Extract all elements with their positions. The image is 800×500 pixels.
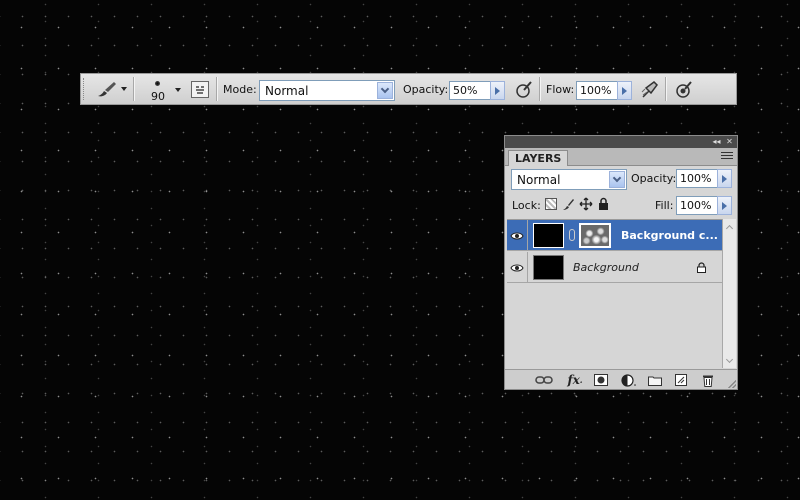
flow-slider-button[interactable]: [617, 81, 632, 100]
add-mask-icon: [594, 374, 608, 386]
layer-mask-thumbnail[interactable]: [579, 223, 611, 248]
layer-opacity-value: 100%: [680, 172, 712, 185]
layer-name[interactable]: Background: [573, 261, 639, 274]
fx-icon: fx: [567, 373, 580, 387]
eye-icon: [510, 264, 524, 271]
panel-titlebar[interactable]: ◂◂ ✕: [505, 136, 737, 148]
separator: [216, 77, 218, 101]
blend-mode-dropdown[interactable]: Normal: [511, 169, 627, 190]
new-group-button[interactable]: [647, 373, 663, 387]
panel-menu-icon[interactable]: [721, 152, 733, 161]
layer-opacity-slider-button[interactable]: [717, 169, 732, 188]
triangle-right-icon: [495, 86, 500, 95]
brush-panel-toggle-icon: [196, 85, 204, 94]
opacity-slider-button[interactable]: [490, 81, 505, 100]
separator: [539, 77, 541, 101]
mask-link-icon[interactable]: [569, 229, 575, 241]
triangle-right-icon: [722, 174, 727, 183]
lock-all-icon[interactable]: [598, 197, 609, 210]
layers-scrollbar[interactable]: [722, 219, 736, 368]
delete-layer-button[interactable]: [700, 373, 716, 387]
layer-opacity-label: Opacity:: [631, 172, 677, 185]
tool-preset-picker[interactable]: [93, 78, 129, 100]
layers-panel-footer: fx.: [505, 369, 737, 389]
opacity-value: 50%: [453, 84, 478, 97]
layer-thumbnail[interactable]: [533, 223, 564, 248]
collapse-panel-icon[interactable]: ◂◂: [711, 137, 722, 147]
flow-value: 100%: [580, 84, 612, 97]
tab-layers[interactable]: LAYERS: [508, 150, 569, 166]
link-layers-icon: [535, 376, 553, 384]
new-layer-icon: [675, 374, 687, 386]
fill-slider-button[interactable]: [717, 196, 732, 215]
pressure-size-icon: [676, 81, 692, 98]
panel-tab-row: LAYERS: [505, 148, 737, 166]
eye-icon: [510, 232, 524, 239]
chevron-down-icon: [120, 87, 127, 91]
lock-position-icon[interactable]: [579, 197, 593, 211]
mode-dropdown-button[interactable]: [377, 82, 393, 99]
new-group-icon: [648, 376, 662, 386]
layer-row-background[interactable]: Background: [507, 252, 722, 283]
link-layers-button[interactable]: [535, 373, 553, 387]
chevron-down-icon: [725, 355, 734, 363]
delete-layer-icon: [703, 375, 713, 387]
add-mask-button[interactable]: [593, 373, 609, 387]
chevron-up-icon: [725, 224, 734, 232]
flow-input[interactable]: 100%: [576, 81, 618, 100]
opacity-input[interactable]: 50%: [449, 81, 491, 100]
brush-preset-picker[interactable]: 90: [143, 76, 183, 104]
layer-thumbnail[interactable]: [533, 255, 564, 280]
lock-icon: [697, 262, 706, 273]
fill-value: 100%: [680, 199, 712, 212]
lock-image-pixels-icon[interactable]: [561, 197, 575, 211]
layer-row-background-copy[interactable]: Background c...: [507, 220, 722, 251]
adjustment-layer-button[interactable]: [620, 373, 638, 387]
fill-input[interactable]: 100%: [676, 196, 718, 215]
triangle-right-icon: [722, 201, 727, 210]
lock-transparent-pixels-icon[interactable]: [545, 198, 557, 210]
mode-value: Normal: [265, 83, 309, 98]
lock-label: Lock:: [512, 199, 541, 212]
chevron-down-icon: [380, 84, 390, 94]
fill-label: Fill:: [655, 199, 674, 212]
blend-mode-dropdown-button[interactable]: [609, 171, 625, 188]
pressure-size-button[interactable]: [673, 79, 695, 101]
chevron-down-icon: [612, 173, 622, 183]
layer-opacity-input[interactable]: 100%: [676, 169, 718, 188]
toggle-brush-panel-button[interactable]: [191, 81, 209, 98]
close-icon[interactable]: ✕: [724, 137, 735, 147]
chevron-down-icon: [175, 88, 181, 92]
visibility-toggle[interactable]: [507, 220, 528, 251]
airbrush-icon: [641, 81, 658, 98]
airbrush-button[interactable]: [639, 79, 661, 101]
separator: [133, 77, 135, 101]
pressure-opacity-button[interactable]: [513, 79, 535, 101]
brush-preset-icon: [155, 81, 160, 86]
triangle-right-icon: [622, 86, 627, 95]
layer-name[interactable]: Background c...: [621, 229, 718, 242]
flow-label: Flow:: [546, 83, 575, 96]
mode-label: Mode:: [223, 83, 257, 96]
brush-tool-icon: [97, 82, 116, 97]
scroll-up-button[interactable]: [723, 220, 736, 233]
panel-resize-grip[interactable]: [728, 380, 736, 388]
tool-options-bar: 90 Mode: Normal Opacity: 50% Flow: 100%: [80, 73, 737, 105]
new-layer-button[interactable]: [673, 373, 689, 387]
brush-size-label: 90: [151, 90, 165, 103]
scroll-down-button[interactable]: [723, 354, 736, 367]
fx-button[interactable]: fx.: [565, 373, 585, 387]
layer-list: Background c... Background: [507, 219, 722, 368]
mode-dropdown[interactable]: Normal: [259, 80, 395, 101]
visibility-toggle[interactable]: [507, 252, 528, 283]
separator: [665, 77, 667, 101]
options-bar-grip[interactable]: [83, 78, 86, 100]
pressure-opacity-icon: [516, 81, 532, 98]
adjustment-layer-icon: [621, 373, 636, 387]
layers-panel: ◂◂ ✕ LAYERS Normal Opacity: 100% Lock: F…: [504, 135, 738, 390]
blend-mode-value: Normal: [517, 172, 561, 187]
opacity-label: Opacity:: [403, 83, 449, 96]
